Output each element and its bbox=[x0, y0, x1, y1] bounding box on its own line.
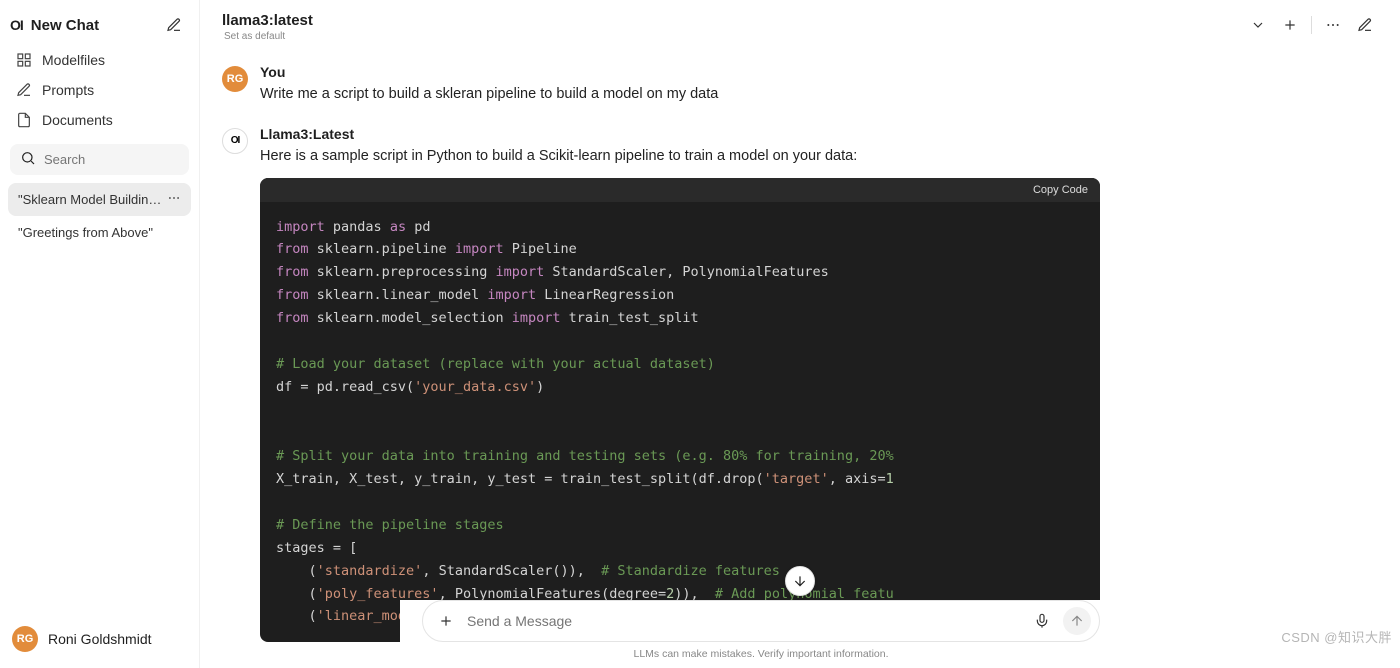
brand[interactable]: OI New Chat bbox=[10, 17, 99, 34]
more-icon[interactable] bbox=[1322, 14, 1344, 36]
user-row[interactable]: RG Roni Goldshmidt bbox=[8, 620, 191, 658]
message-author: You bbox=[260, 64, 1100, 80]
modelfiles-icon bbox=[16, 52, 32, 68]
conversation-item[interactable]: "Greetings from Above" bbox=[8, 218, 191, 247]
avatar: RG bbox=[12, 626, 38, 652]
documents-icon bbox=[16, 112, 32, 128]
code-block: Copy Code import pandas as pd from sklea… bbox=[260, 178, 1100, 643]
avatar: RG bbox=[222, 66, 248, 92]
chevron-down-icon[interactable] bbox=[1247, 14, 1269, 36]
send-button[interactable] bbox=[1063, 607, 1091, 635]
new-chat-icon[interactable] bbox=[163, 14, 185, 36]
model-name: llama3:latest bbox=[222, 12, 313, 29]
plus-icon[interactable] bbox=[1279, 14, 1301, 36]
message-text: Here is a sample script in Python to bui… bbox=[260, 146, 1100, 168]
prompts-icon bbox=[16, 82, 32, 98]
message-author: Llama3:Latest bbox=[260, 126, 1100, 142]
conversation-title: "Greetings from Above" bbox=[18, 225, 153, 240]
copy-code-button[interactable]: Copy Code bbox=[1033, 184, 1088, 196]
brand-icon: OI bbox=[10, 17, 23, 33]
conversation-item[interactable]: "Sklearn Model Building Script" bbox=[8, 183, 191, 216]
nav-modelfiles[interactable]: Modelfiles bbox=[8, 46, 191, 74]
message-text: Write me a script to build a skleran pip… bbox=[260, 84, 1100, 106]
mic-icon[interactable] bbox=[1031, 610, 1053, 632]
user-name: Roni Goldshmidt bbox=[48, 631, 152, 647]
attach-icon[interactable] bbox=[435, 610, 457, 632]
nav: Modelfiles Prompts Documents bbox=[8, 46, 191, 134]
bot-avatar: OI bbox=[222, 128, 248, 154]
search-input[interactable] bbox=[44, 152, 220, 167]
main: llama3:latest Set as default RG You Writ… bbox=[200, 0, 1400, 668]
message-input[interactable] bbox=[467, 613, 1021, 629]
disclaimer: LLMs can make mistakes. Verify important… bbox=[422, 648, 1100, 660]
sidebar: OI New Chat Modelfiles Prompts Documents bbox=[0, 0, 200, 668]
composer bbox=[422, 600, 1100, 642]
nav-label: Prompts bbox=[42, 82, 94, 98]
header: llama3:latest Set as default bbox=[200, 0, 1400, 46]
edit-icon[interactable] bbox=[1354, 14, 1376, 36]
search-box[interactable] bbox=[10, 144, 189, 175]
nav-label: Modelfiles bbox=[42, 52, 105, 68]
scroll-down-button[interactable] bbox=[785, 566, 815, 596]
composer-area: LLMs can make mistakes. Verify important… bbox=[400, 600, 1400, 668]
divider bbox=[1311, 16, 1312, 34]
set-default-link[interactable]: Set as default bbox=[222, 31, 313, 42]
brand-label: New Chat bbox=[31, 17, 99, 34]
nav-prompts[interactable]: Prompts bbox=[8, 76, 191, 104]
conversation-list: "Sklearn Model Building Script" "Greetin… bbox=[8, 183, 191, 247]
code-body[interactable]: import pandas as pd from sklearn.pipelin… bbox=[260, 202, 1100, 643]
user-message: RG You Write me a script to build a skle… bbox=[222, 64, 1100, 106]
nav-documents[interactable]: Documents bbox=[8, 106, 191, 134]
nav-label: Documents bbox=[42, 112, 113, 128]
assistant-message: OI Llama3:Latest Here is a sample script… bbox=[222, 126, 1100, 643]
conversation-title: "Sklearn Model Building Script" bbox=[18, 192, 167, 207]
more-icon[interactable] bbox=[167, 190, 181, 209]
search-icon bbox=[20, 150, 36, 169]
